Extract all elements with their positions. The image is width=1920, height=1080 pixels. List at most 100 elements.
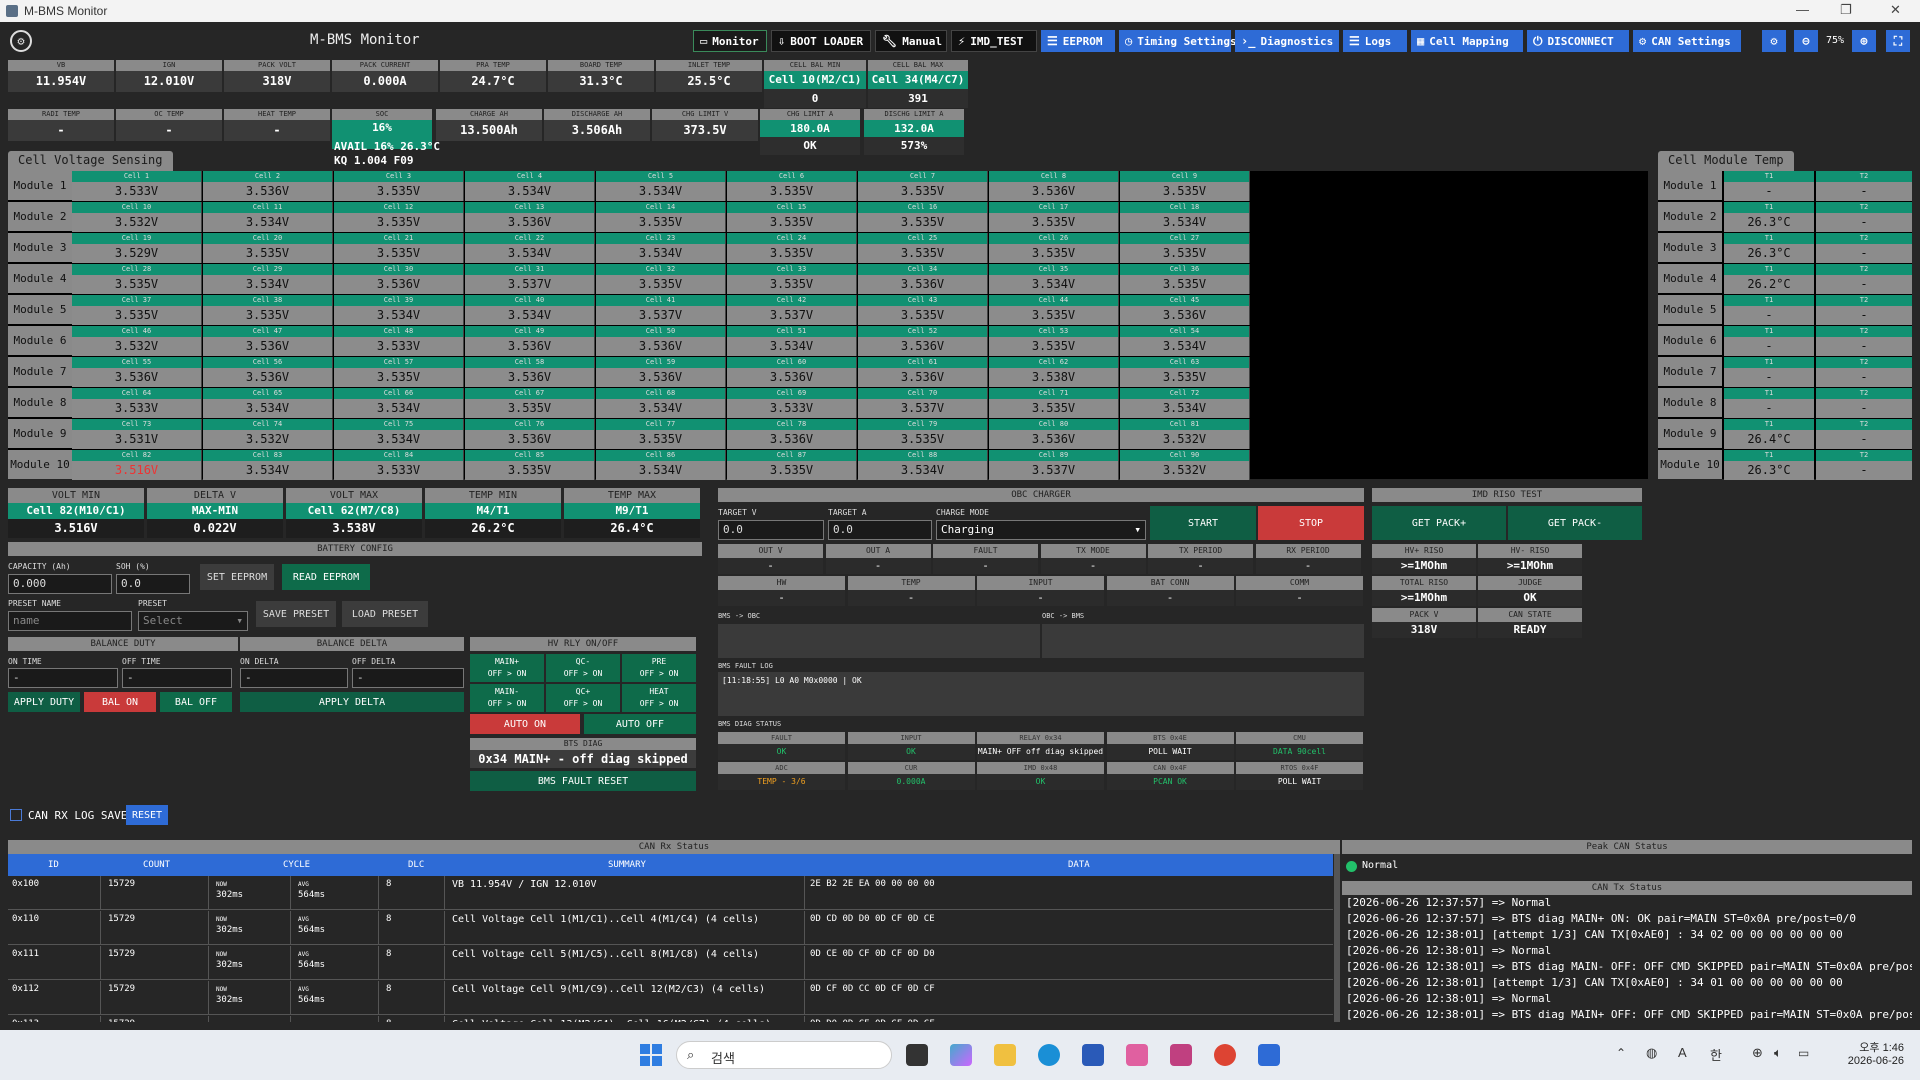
windows-start-icon[interactable]: [640, 1044, 662, 1066]
diag-can-0x4f: CAN 0x4F PCAN OK: [1106, 762, 1234, 790]
cell-voltage: Cell 77 3.535V: [596, 419, 726, 449]
apply-delta-button[interactable]: APPLY DELTA: [240, 692, 464, 712]
relay-pre-button[interactable]: PRE OFF > ON: [622, 654, 696, 682]
chrome-icon[interactable]: [1214, 1044, 1236, 1066]
metric-value: 11.954V: [8, 71, 114, 92]
on-delta-input[interactable]: -: [240, 668, 348, 688]
can-tx-log[interactable]: [2026-06-26 12:37:57] => Normal [2026-06-…: [1342, 895, 1912, 1022]
temp-header: T2: [1816, 326, 1912, 337]
table-row[interactable]: 0x111 15729 NOW 302ms AVG 564ms 8 Cell Voltage …: [8, 946, 1333, 980]
can-rx-scrollbar[interactable]: [1334, 854, 1340, 1022]
load-preset-button[interactable]: LOAD PRESET: [342, 601, 428, 627]
toolbar-monitor-button[interactable]: ▭ Monitor: [693, 30, 767, 52]
edge-icon[interactable]: [1038, 1044, 1060, 1066]
table-row[interactable]: 0x100 15729 NOW 302ms AVG 564ms 8 VB 11.954V / …: [8, 876, 1333, 910]
imd-can-state: CAN STATE READY: [1478, 608, 1582, 638]
volume-icon[interactable]: 🔈︎: [1774, 1045, 1782, 1061]
cell-temp-tab[interactable]: Cell Module Temp: [1658, 151, 1794, 171]
auto-off-button[interactable]: AUTO OFF: [584, 714, 696, 734]
preset-name-input[interactable]: name: [8, 611, 132, 631]
cell-header: Cell 52: [858, 326, 987, 337]
maximize-icon[interactable]: ❐: [1840, 2, 1852, 18]
apply-duty-button[interactable]: APPLY DUTY: [8, 692, 80, 712]
globe-icon[interactable]: ⊕: [1752, 1045, 1763, 1061]
toolbar-eeprom-button[interactable]: ☰ EEPROM: [1041, 30, 1115, 52]
database-icon: ☰: [1047, 34, 1058, 48]
can-log-checkbox[interactable]: [10, 809, 22, 821]
get-pack-neg-button[interactable]: GET PACK-: [1508, 506, 1642, 540]
cell-voltage-tab[interactable]: Cell Voltage Sensing: [8, 151, 173, 171]
cell-value: 3.535V: [1120, 182, 1249, 201]
cell-voltage: Cell 56 3.536V: [203, 357, 333, 387]
relay-qc--button[interactable]: QC- OFF > ON: [546, 654, 620, 682]
can-rx-body[interactable]: 0x100 15729 NOW 302ms AVG 564ms 8 VB 11.954V / …: [0, 876, 1340, 1022]
toolbar-cell-mapping-button[interactable]: ▦ Cell Mapping: [1411, 30, 1523, 52]
bal-off-button[interactable]: BAL OFF: [160, 692, 232, 712]
toolbar-boot-loader-button[interactable]: ⇩ BOOT LOADER: [771, 30, 871, 52]
copilot-icon[interactable]: [950, 1044, 972, 1066]
on-time-input[interactable]: -: [8, 668, 118, 688]
relay-qc--button[interactable]: QC+ OFF > ON: [546, 684, 620, 712]
cell-voltage-grid: Module 1 Cell 1 3.533V Cell 2 3.536V Cell 3 3.…: [8, 171, 1648, 480]
toolbar-diagnostics-button[interactable]: ›_ Diagnostics: [1235, 30, 1339, 52]
metric-charge-ah: Charge Ah 13.500Ah: [436, 109, 542, 141]
ime-indicator[interactable]: 한: [1710, 1045, 1722, 1064]
bms-app-icon[interactable]: [1258, 1044, 1280, 1066]
save-preset-button[interactable]: SAVE PRESET: [256, 601, 336, 627]
network-icon[interactable]: ◍: [1646, 1045, 1657, 1061]
target-v-input[interactable]: 0.0: [718, 520, 824, 540]
stop-button[interactable]: STOP: [1258, 506, 1364, 540]
soh-input[interactable]: 0.0: [116, 574, 190, 594]
preset-select[interactable]: Select ▾: [138, 611, 248, 631]
store-icon[interactable]: [1082, 1044, 1104, 1066]
zoom-in-icon: ⊕: [1860, 34, 1868, 48]
minimize-icon[interactable]: —: [1796, 2, 1809, 17]
app-pink-icon[interactable]: [1126, 1044, 1148, 1066]
relay-main--button[interactable]: MAIN- OFF > ON: [470, 684, 544, 712]
snipping-icon[interactable]: [1170, 1044, 1192, 1066]
read-eeprom-button[interactable]: READ EEPROM: [282, 564, 370, 590]
close-icon[interactable]: ✕: [1890, 2, 1901, 18]
toolbar-logs-button[interactable]: ☰ Logs: [1343, 30, 1407, 52]
auto-on-button[interactable]: AUTO ON: [470, 714, 580, 734]
get-pack-pos-button[interactable]: GET PACK+: [1372, 506, 1506, 540]
cell-value: 3.533V: [72, 182, 201, 201]
set-eeprom-button[interactable]: SET EEPROM: [200, 564, 274, 590]
file-explorer-icon[interactable]: [994, 1044, 1016, 1066]
font-icon[interactable]: A: [1678, 1045, 1687, 1060]
can-log-reset-button[interactable]: RESET: [126, 805, 168, 825]
taskbar-search[interactable]: ⌕ 검색: [676, 1041, 892, 1069]
charge-mode-select[interactable]: Charging ▾: [936, 520, 1146, 540]
rx-summary: VB 11.954V / IGN 12.010V: [452, 879, 597, 890]
off-time-input[interactable]: -: [122, 668, 232, 688]
target-a-input[interactable]: 0.0: [828, 520, 932, 540]
taskbar-clock[interactable]: 오후 1:46 2026-06-26: [1840, 1039, 1904, 1067]
toolbar-can-settings-button[interactable]: ⚙ CAN Settings: [1633, 30, 1741, 52]
zoom-in-button[interactable]: ⊕: [1852, 30, 1876, 52]
table-row[interactable]: 0x112 15729 NOW 302ms AVG 564ms 8 Cell Voltage …: [8, 981, 1333, 1015]
capacity-input[interactable]: 0.000: [8, 574, 112, 594]
battery-icon[interactable]: ▭: [1798, 1046, 1809, 1060]
fullscreen-button[interactable]: ⛶: [1886, 30, 1910, 52]
start-button[interactable]: START: [1150, 506, 1256, 540]
table-row[interactable]: 0x113 15729 8 Cell Voltage Cell 13(M2/C4)..…: [8, 1016, 1333, 1022]
relay-main--button[interactable]: MAIN+ OFF > ON: [470, 654, 544, 682]
off-delta-input[interactable]: -: [352, 668, 464, 688]
toolbar-timing-settings-button[interactable]: ◷ Timing Settings: [1119, 30, 1237, 52]
bal-on-button[interactable]: BAL ON: [84, 692, 156, 712]
temp-value: -: [1816, 399, 1912, 418]
cell-voltage: Cell 60 3.536V: [727, 357, 857, 387]
zoom-out-button[interactable]: ⊖: [1794, 30, 1818, 52]
toolbar-imd-test-button[interactable]: ⚡︎ IMD_TEST: [951, 30, 1037, 52]
relay-heat-button[interactable]: HEAT OFF > ON: [622, 684, 696, 712]
task-view-icon[interactable]: [906, 1044, 928, 1066]
rx-avg: AVG 564ms: [298, 879, 325, 901]
toolbar-disconnect-button[interactable]: ⏻ DISCONNECT: [1527, 30, 1629, 52]
toolbar-manual-button[interactable]: 🔧︎ Manual: [875, 30, 947, 52]
cell-voltage: Cell 87 3.535V: [727, 450, 857, 480]
bms-fault-reset-button[interactable]: BMS FAULT RESET: [470, 771, 696, 791]
settings-gear-button[interactable]: ⚙: [1762, 30, 1786, 52]
chevron-up-icon[interactable]: ⌃: [1616, 1046, 1626, 1060]
table-row[interactable]: 0x110 15729 NOW 302ms AVG 564ms 8 Cell Voltage …: [8, 911, 1333, 945]
cell-header: Cell 87: [727, 450, 856, 461]
